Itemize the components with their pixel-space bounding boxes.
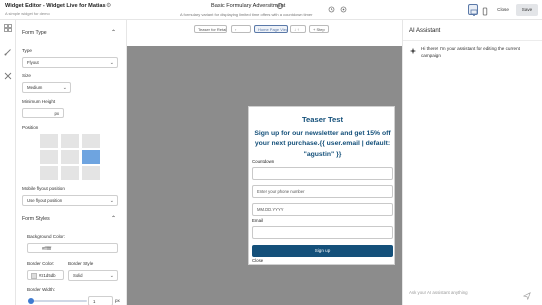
position-bottom-right[interactable] (82, 166, 100, 180)
bg-color-label: Background Color: (27, 234, 66, 239)
add-step-button[interactable]: + Step (309, 25, 329, 33)
layout-grid-icon[interactable] (4, 24, 12, 32)
assistant-input[interactable]: Ask your AI assistant anything (409, 290, 527, 295)
campaign-subtitle: A formulary variant for displaying limit… (180, 12, 313, 17)
tools-icon[interactable] (4, 72, 12, 80)
mobile-view-button[interactable] (480, 4, 490, 16)
info-icon[interactable]: i (277, 3, 283, 9)
min-height-label: Minimum Height (22, 99, 56, 104)
border-width-unit: px (115, 298, 120, 303)
border-color-label: Border Color: (27, 261, 55, 266)
editor-subtitle: A simple widget for demo (5, 11, 50, 16)
desktop-icon (470, 9, 478, 16)
size-select[interactable]: Medium ⌄ (22, 82, 71, 93)
bg-color-value: #ffffff (42, 246, 52, 251)
tab-divider-chevron: › (231, 25, 251, 33)
form-panel: Form Type ⌃ Type Flyout ⌄ Size Medium ⌄ … (16, 20, 127, 305)
type-select[interactable]: Flyout ⌄ (22, 57, 118, 68)
border-color-input[interactable]: #z1d5db (27, 270, 64, 280)
chevron-up-icon[interactable]: ⌃ (111, 30, 118, 36)
position-bottom-center[interactable] (61, 166, 79, 180)
position-middle-right[interactable] (82, 150, 100, 164)
step-nav-icon[interactable]: ↓ ↑ (290, 25, 306, 33)
assistant-message: Hi there! I'm your assistant for editing… (421, 46, 520, 58)
position-top-right[interactable] (82, 134, 100, 148)
position-bottom-left[interactable] (40, 166, 58, 180)
size-select-value: Medium (27, 85, 43, 90)
mobile-icon (482, 7, 488, 16)
min-height-input[interactable]: px (22, 108, 64, 118)
desktop-view-button[interactable] (468, 4, 478, 16)
size-label: Size (22, 73, 31, 78)
position-middle-center[interactable] (61, 150, 79, 164)
tool-rail (0, 20, 16, 305)
brush-icon[interactable] (4, 48, 12, 56)
date-input[interactable]: MM.DD.YYYY (252, 203, 393, 216)
sparkle-icon (409, 47, 417, 55)
chevron-down-icon: ⌄ (62, 85, 67, 91)
campaign-title: Basic Formulary Adversitment (211, 3, 286, 9)
phone-input[interactable]: Enter your phone number (252, 185, 393, 198)
popup-close-link[interactable]: Close (252, 258, 263, 263)
email-label: Email (252, 218, 263, 223)
form-styles-heading: Form Styles (22, 216, 50, 222)
close-button[interactable]: Close (492, 4, 514, 16)
chevron-down-icon: ⌄ (109, 198, 114, 204)
min-height-unit: px (54, 111, 59, 116)
border-width-input[interactable]: 1 (88, 296, 113, 305)
top-header: Widget Editor - Widget Live for Matias A… (0, 0, 542, 20)
mobile-position-label: Mobile flyout position (22, 186, 65, 191)
position-top-left[interactable] (40, 134, 58, 148)
border-color-swatch[interactable] (31, 273, 37, 279)
tab-home-page-view[interactable]: Home Page View (254, 25, 288, 33)
type-select-value: Flyout (27, 60, 39, 65)
countdown-label: Countdown (252, 159, 275, 164)
position-middle-left[interactable] (40, 150, 58, 164)
flyout-preview: Teaser Test Sign up for our newsletter a… (248, 106, 395, 265)
assistant-divider (403, 40, 542, 41)
type-label: Type (22, 48, 32, 53)
border-width-value: 1 (93, 299, 96, 304)
ai-assistant-panel: AI Assistant Hi there! I'm your assistan… (402, 20, 542, 305)
canvas-toolbar: Teaser for Retai... Home Page View › + S… (127, 20, 402, 46)
save-button[interactable]: Save (516, 4, 538, 16)
popup-title: Teaser Test (301, 115, 344, 124)
border-style-value: Solid (73, 273, 83, 278)
position-label: Position (22, 125, 39, 130)
settings-gear-icon[interactable]: ⚙ (106, 3, 113, 10)
border-width-slider-thumb[interactable] (28, 298, 34, 304)
history-icon[interactable] (328, 6, 335, 13)
add-step-label: Step (316, 27, 325, 32)
chevron-down-icon: ⌄ (109, 273, 114, 279)
chevron-down-icon: ⌄ (109, 60, 114, 66)
help-icon[interactable] (340, 6, 347, 13)
border-style-select[interactable]: Solid ⌄ (68, 270, 118, 281)
countdown-field[interactable] (252, 167, 393, 180)
border-width-slider[interactable] (29, 300, 87, 302)
widget-editor: Widget Editor - Widget Live for Matias A… (0, 0, 542, 305)
editor-title: Widget Editor - Widget Live for Matias (5, 3, 106, 9)
popup-headline: Sign up for our newsletter and get 15% o… (254, 130, 391, 158)
send-icon[interactable] (523, 292, 531, 300)
email-input[interactable] (252, 226, 393, 239)
tab-teaser[interactable]: Teaser for Retai... (194, 25, 227, 33)
mobile-position-select[interactable]: Use flyout position ⌄ (22, 195, 118, 206)
mobile-position-value: Use flyout position (27, 198, 63, 203)
border-width-label: Border Width: (27, 287, 56, 292)
position-top-center[interactable] (61, 134, 79, 148)
border-style-label: Border Style (68, 261, 94, 266)
chevron-up-icon[interactable]: ⌃ (111, 216, 118, 222)
assistant-title: AI Assistant (409, 28, 441, 34)
form-type-heading: Form Type (22, 30, 47, 36)
signup-button[interactable]: Sign up (252, 245, 393, 257)
bg-color-input[interactable]: #ffffff (27, 243, 118, 253)
